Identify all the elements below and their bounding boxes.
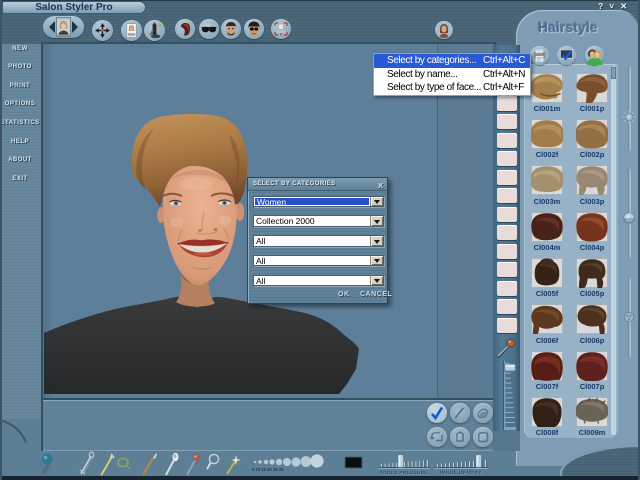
svg-text:5 10 15 20 25 30: 5 10 15 20 25 30: [252, 467, 284, 472]
